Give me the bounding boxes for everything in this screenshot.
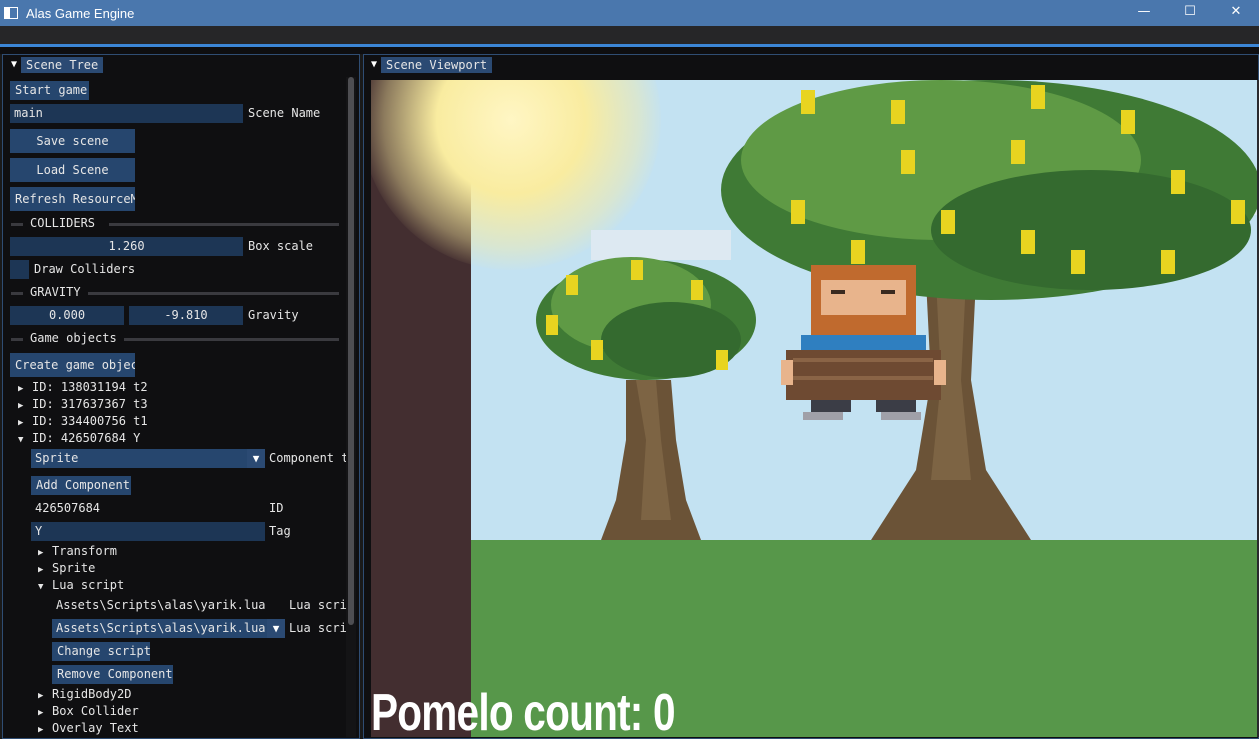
maximize-button[interactable]: ☐ xyxy=(1167,0,1213,22)
change-script-button[interactable]: Change script xyxy=(52,642,150,661)
minimize-button[interactable]: — xyxy=(1121,0,1167,22)
trees-illustration xyxy=(536,80,1259,540)
scene-viewport-panel: ▼ Scene Viewport Pomelo count: 0 xyxy=(363,54,1259,739)
scene-tree-panel: ▼ Scene Tree Start game main Scene Name … xyxy=(2,54,360,739)
tree-node-object[interactable]: ▶ ID: 138031194 t2 xyxy=(18,379,148,396)
pomelo-count-text: Pomelo count: 0 xyxy=(371,684,676,737)
draw-colliders-checkbox[interactable] xyxy=(10,260,29,279)
collapse-arrow-icon[interactable]: ▼ xyxy=(7,59,21,70)
menu-bar xyxy=(0,26,1259,44)
game-viewport[interactable]: Pomelo count: 0 xyxy=(371,80,1259,737)
component-node-overlay-text[interactable]: ▶ Overlay Text xyxy=(38,720,139,737)
dockspace-gap xyxy=(0,47,1259,54)
tab-label: Scene Tree xyxy=(21,56,104,73)
component-type-label: Component t xyxy=(269,451,349,465)
collapse-arrow-icon[interactable]: ▼ xyxy=(367,59,381,70)
colliders-header: COLLIDERS xyxy=(30,216,96,230)
scene-viewport-header: ▼ Scene Viewport xyxy=(364,55,1258,73)
scene-tree-content: Start game main Scene Name Save scene Lo… xyxy=(3,73,348,738)
lua-script-label: Lua scri xyxy=(289,598,347,612)
lua-script-path: Assets\Scripts\alas\yarik.lua xyxy=(56,598,266,612)
component-type-select[interactable]: Sprite ▼ xyxy=(31,449,265,468)
tag-label: Tag xyxy=(269,524,291,538)
tree-node-object-selected[interactable]: ▼ ID: 426507684 Y xyxy=(18,430,140,447)
remove-component-button[interactable]: Remove Component xyxy=(52,665,173,684)
object-id-value: 426507684 xyxy=(35,501,101,515)
scene-name-label: Scene Name xyxy=(248,106,321,120)
tree-node-object[interactable]: ▶ ID: 317637367 t3 xyxy=(18,396,148,413)
add-component-button[interactable]: Add Component xyxy=(31,476,131,495)
gravity-label: Gravity xyxy=(248,308,299,322)
tab-label: Scene Viewport xyxy=(381,56,493,73)
scene-name-input[interactable]: main xyxy=(10,104,243,123)
component-node-box-collider[interactable]: ▶ Box Collider xyxy=(38,703,139,720)
component-node-rigidbody[interactable]: ▶ RigidBody2D xyxy=(38,686,131,703)
scrollbar-thumb[interactable] xyxy=(348,77,354,625)
separator-line xyxy=(124,338,339,341)
window-controls: — ☐ ✕ xyxy=(1121,0,1259,26)
component-node-transform[interactable]: ▶ Transform xyxy=(38,543,117,560)
game-scene xyxy=(371,80,1259,737)
component-node-lua-script[interactable]: ▼ Lua script xyxy=(38,577,124,594)
tab-scene-tree[interactable]: ▼ Scene Tree xyxy=(7,56,104,73)
separator-line xyxy=(11,223,23,226)
expand-triangle-icon[interactable]: ▶ xyxy=(38,722,52,739)
box-scale-input[interactable]: 1.260 xyxy=(10,237,243,256)
dropdown-arrow-icon[interactable]: ▼ xyxy=(247,449,265,468)
tree-right xyxy=(721,80,1259,540)
lua-script-select-label: Lua scri xyxy=(289,621,347,635)
scene-tree-scrollbar[interactable] xyxy=(346,77,356,737)
tree-left xyxy=(536,257,756,540)
app-icon xyxy=(4,7,18,19)
separator-line xyxy=(11,292,23,295)
gravity-header: GRAVITY xyxy=(30,285,81,299)
draw-colliders-label: Draw Colliders xyxy=(34,262,136,276)
scene-tree-header: ▼ Scene Tree xyxy=(3,55,359,73)
separator-line xyxy=(11,338,23,341)
collapse-triangle-icon[interactable]: ▼ xyxy=(38,579,52,596)
separator-line xyxy=(88,292,339,295)
gravity-x-input[interactable]: 0.000 xyxy=(10,306,124,325)
separator-line xyxy=(109,223,339,226)
create-game-object-button[interactable]: Create game objec xyxy=(10,353,135,377)
object-id-label: ID xyxy=(269,501,284,515)
tab-scene-viewport[interactable]: ▼ Scene Viewport xyxy=(367,56,493,73)
load-scene-button[interactable]: Load Scene xyxy=(10,158,135,182)
window-title: Alas Game Engine xyxy=(26,5,135,21)
dropdown-arrow-icon[interactable]: ▼ xyxy=(267,619,285,638)
lua-script-select[interactable]: Assets\Scripts\alas\yarik.lua ▼ xyxy=(52,619,285,638)
tag-input[interactable]: Y xyxy=(31,522,265,541)
component-node-sprite[interactable]: ▶ Sprite xyxy=(38,560,95,577)
refresh-resources-button[interactable]: Refresh ResourceMa xyxy=(10,187,135,211)
close-button[interactable]: ✕ xyxy=(1213,0,1259,22)
box-scale-label: Box scale xyxy=(248,239,314,253)
tree-node-object[interactable]: ▶ ID: 334400756 t1 xyxy=(18,413,148,430)
collapse-triangle-icon[interactable]: ▼ xyxy=(18,432,32,449)
title-bar: Alas Game Engine — ☐ ✕ xyxy=(0,0,1259,26)
game-objects-header: Game objects xyxy=(30,331,117,345)
save-scene-button[interactable]: Save scene xyxy=(10,129,135,153)
start-game-button[interactable]: Start game xyxy=(10,81,89,100)
gravity-y-input[interactable]: -9.810 xyxy=(129,306,243,325)
